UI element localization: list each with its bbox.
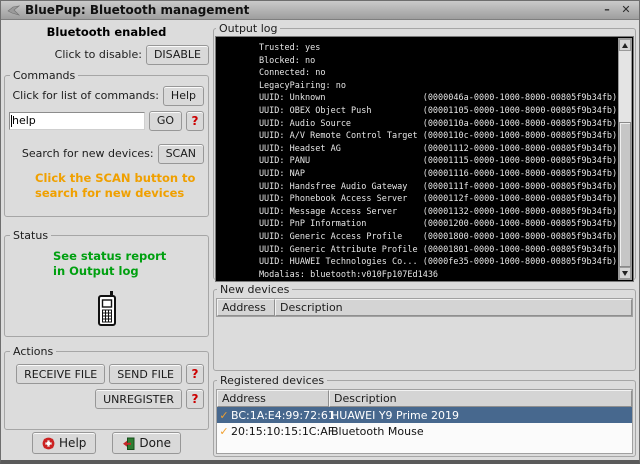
help-button-label: Help <box>59 436 86 450</box>
bluepup-window: BluePup: Bluetooth management – ✕ Blueto… <box>0 0 640 464</box>
device-address: BC:1A:E4:99:72:61 <box>231 409 329 422</box>
output-log-section: Output log Trusted: yes Blocked: no Conn… <box>213 22 636 280</box>
commands-legend: Commands <box>10 69 78 82</box>
command-question-button[interactable]: ? <box>186 111 204 131</box>
go-button[interactable]: GO <box>149 111 182 131</box>
paired-check-icon: ✓ <box>217 425 231 438</box>
minimize-button[interactable]: – <box>600 2 614 18</box>
device-address: 20:15:10:15:1C:AF <box>231 425 329 438</box>
commands-section: Commands Click for list of commands: Hel… <box>4 69 209 217</box>
file-question-button[interactable]: ? <box>186 364 204 384</box>
unregister-question-button[interactable]: ? <box>186 389 204 409</box>
file-actions-row: RECEIVE FILE SEND FILE ? <box>9 364 204 384</box>
status-message-line2: in Output log <box>53 264 204 279</box>
status-message-line1: See status report <box>53 249 204 264</box>
right-panel: Output log Trusted: yes Blocked: no Conn… <box>213 22 636 457</box>
scan-row: Search for new devices: SCAN <box>9 144 204 164</box>
help-button[interactable]: Help <box>32 432 96 454</box>
registered-devices-table: Address Description ✓ BC:1A:E4:99:72:61 … <box>216 389 633 454</box>
registered-devices-section: Registered devices Address Description ✓… <box>213 374 636 457</box>
command-list-label: Click for list of commands: <box>13 89 159 102</box>
registered-devices-header: Address Description <box>217 390 632 407</box>
phone-icon <box>94 290 120 332</box>
scrollbar-thumb[interactable] <box>619 122 631 267</box>
scan-hint-line2: search for new devices <box>35 186 204 201</box>
scan-hint-line1: Click the SCAN button to <box>35 171 204 186</box>
output-log-terminal: Trusted: yes Blocked: no Connected: no L… <box>215 36 634 282</box>
footer-buttons: Help Done <box>4 430 209 457</box>
disable-label: Click to disable: <box>55 48 142 61</box>
scroll-down-button[interactable] <box>619 267 631 279</box>
command-input[interactable]: help <box>9 112 145 130</box>
done-button[interactable]: Done <box>112 432 181 454</box>
disable-button[interactable]: DISABLE <box>146 45 209 65</box>
registered-devices-body: ✓ BC:1A:E4:99:72:61 HUAWEI Y9 Prime 2019… <box>217 407 632 453</box>
receive-file-button[interactable]: RECEIVE FILE <box>16 364 105 384</box>
status-section: Status See status report in Output log <box>4 229 209 338</box>
lifebuoy-icon <box>42 437 55 450</box>
window-title: BluePup: Bluetooth management <box>25 3 595 17</box>
column-header-address[interactable]: Address <box>217 390 329 407</box>
scan-label: Search for new devices: <box>22 147 154 160</box>
terminal-scrollbar[interactable] <box>618 38 632 280</box>
device-description: Bluetooth Mouse <box>329 425 632 438</box>
bluetooth-status-heading: Bluetooth enabled <box>4 25 209 39</box>
new-devices-legend: New devices <box>217 283 292 296</box>
command-list-row: Click for list of commands: Help <box>9 86 204 106</box>
unregister-button[interactable]: UNREGISTER <box>95 389 182 409</box>
window-content: Bluetooth enabled Click to disable: DISA… <box>1 20 639 460</box>
command-input-value: help <box>12 114 36 127</box>
new-devices-table: Address Description <box>216 298 633 317</box>
status-message: See status report in Output log <box>53 249 204 279</box>
scrollbar-track[interactable] <box>619 51 631 267</box>
scan-button[interactable]: SCAN <box>158 144 204 164</box>
table-row[interactable]: ✓ 20:15:10:15:1C:AF Bluetooth Mouse <box>217 423 632 439</box>
scroll-up-button[interactable] <box>619 39 631 51</box>
device-description: HUAWEI Y9 Prime 2019 <box>329 409 632 422</box>
command-input-row: help GO ? <box>9 111 204 131</box>
scan-hint: Click the SCAN button to search for new … <box>35 171 204 201</box>
column-header-description[interactable]: Description <box>329 390 632 407</box>
send-file-button[interactable]: SEND FILE <box>109 364 182 384</box>
table-row[interactable]: ✓ BC:1A:E4:99:72:61 HUAWEI Y9 Prime 2019 <box>217 407 632 423</box>
terminal-text: Trusted: yes Blocked: no Connected: no L… <box>216 37 633 281</box>
unregister-row: UNREGISTER ? <box>9 389 204 409</box>
column-header-description[interactable]: Description <box>275 299 632 316</box>
command-help-button[interactable]: Help <box>163 86 204 106</box>
close-button[interactable]: ✕ <box>619 2 633 18</box>
paired-check-icon: ✓ <box>217 409 231 422</box>
new-devices-header: Address Description <box>217 299 632 316</box>
status-legend: Status <box>10 229 51 242</box>
left-panel: Bluetooth enabled Click to disable: DISA… <box>4 22 209 457</box>
exit-door-icon <box>122 437 135 450</box>
triangle-up-icon <box>622 43 628 48</box>
titlebar: BluePup: Bluetooth management – ✕ <box>1 1 639 20</box>
disable-row: Click to disable: DISABLE <box>4 44 209 66</box>
registered-devices-legend: Registered devices <box>217 374 327 387</box>
output-log-legend: Output log <box>216 22 280 35</box>
window-icon[interactable] <box>7 5 20 16</box>
done-button-label: Done <box>139 436 171 450</box>
column-header-address[interactable]: Address <box>217 299 275 316</box>
new-devices-section: New devices Address Description <box>213 283 636 371</box>
actions-legend: Actions <box>10 345 56 358</box>
triangle-down-icon <box>622 271 628 276</box>
actions-section: Actions RECEIVE FILE SEND FILE ? UNREGIS… <box>4 345 209 430</box>
